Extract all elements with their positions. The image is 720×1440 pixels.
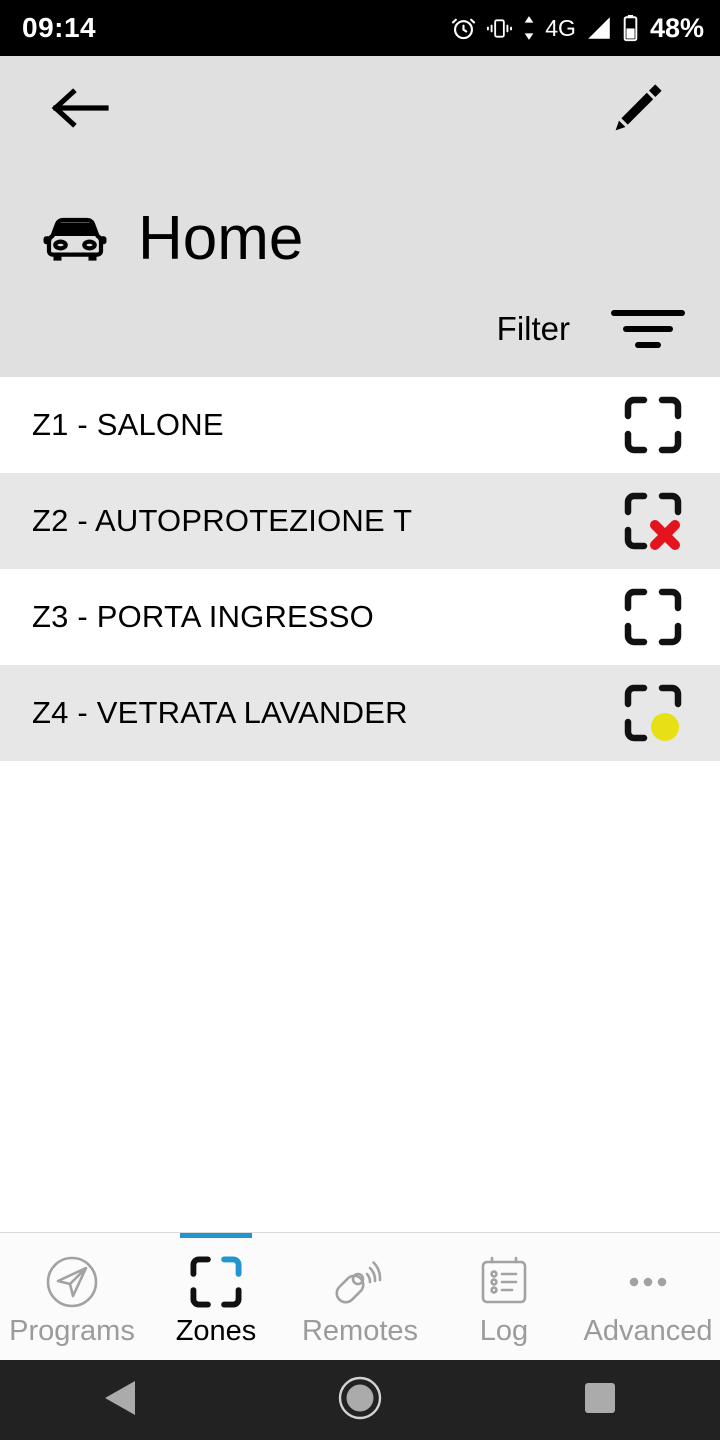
- tab-remotes[interactable]: Remotes: [288, 1233, 432, 1360]
- phone-screen: 09:14 4G 48% Home Filter Z1 - SALONE Z2 …: [0, 0, 720, 1440]
- zone-status-icon[interactable]: [622, 490, 684, 552]
- three-dots-icon: [620, 1253, 676, 1311]
- active-tab-indicator: [180, 1233, 252, 1238]
- app-header: Home Filter: [0, 56, 720, 377]
- zone-status-icon[interactable]: [622, 682, 684, 744]
- car-icon: [38, 209, 112, 269]
- tab-label: Advanced: [583, 1315, 713, 1347]
- tab-label: Log: [479, 1315, 529, 1347]
- zone-name-label: Z1 - SALONE: [32, 407, 224, 442]
- filter-label: Filter: [496, 310, 570, 347]
- zone-status-icon[interactable]: [622, 394, 684, 456]
- page-title-row: Home: [0, 156, 720, 270]
- content-empty-area: [0, 761, 720, 1232]
- bottom-tab-bar: Programs Zones Remotes Log Advanced: [0, 1232, 720, 1360]
- tab-label: Remotes: [301, 1315, 419, 1347]
- back-button[interactable]: [48, 76, 112, 140]
- tab-label: Programs: [9, 1315, 135, 1347]
- zone-row[interactable]: Z2 - AUTOPROTEZIONE T: [0, 473, 720, 569]
- nav-home-button[interactable]: [300, 1360, 420, 1440]
- clipboard-list-icon: [478, 1253, 530, 1311]
- zone-row[interactable]: Z4 - VETRATA LAVANDER: [0, 665, 720, 761]
- signal-icon: [585, 15, 613, 41]
- zone-name-label: Z2 - AUTOPROTEZIONE T: [32, 503, 413, 538]
- square-recents-icon: [583, 1381, 617, 1420]
- battery-icon: [622, 14, 639, 42]
- triangle-back-icon: [103, 1379, 137, 1422]
- zone-list: Z1 - SALONE Z2 - AUTOPROTEZIONE T Z3 - P…: [0, 377, 720, 761]
- battery-percent-label: 48%: [649, 12, 704, 43]
- zone-brackets-icon: [188, 1253, 244, 1311]
- filter-funnel-icon[interactable]: [604, 303, 692, 355]
- alarm-clock-icon: [450, 15, 477, 42]
- tab-zones[interactable]: Zones: [144, 1233, 288, 1360]
- zone-name-label: Z4 - VETRATA LAVANDER: [32, 695, 408, 730]
- zone-status-icon[interactable]: [622, 586, 684, 648]
- tab-label: Zones: [175, 1315, 257, 1347]
- network-type-label: 4G: [545, 14, 576, 41]
- page-title: Home: [138, 204, 304, 273]
- status-icons: 4G 48%: [450, 13, 704, 44]
- filter-control[interactable]: Filter: [0, 289, 720, 369]
- zone-row[interactable]: Z1 - SALONE: [0, 377, 720, 473]
- zone-row[interactable]: Z3 - PORTA INGRESSO: [0, 569, 720, 665]
- vibrate-icon: [486, 17, 513, 40]
- tab-programs[interactable]: Programs: [0, 1233, 144, 1360]
- status-time: 09:14: [22, 12, 97, 43]
- circle-home-icon: [337, 1375, 383, 1426]
- paper-plane-circle-icon: [44, 1253, 100, 1311]
- nav-back-button[interactable]: [60, 1360, 180, 1440]
- key-fob-signal-icon: [331, 1253, 389, 1311]
- zone-name-label: Z3 - PORTA INGRESSO: [32, 599, 374, 634]
- data-transfer-icon: [522, 15, 536, 41]
- status-bar: 09:14 4G 48%: [0, 0, 720, 56]
- tab-advanced[interactable]: Advanced: [576, 1233, 720, 1360]
- nav-recents-button[interactable]: [540, 1360, 660, 1440]
- header-actions: [0, 56, 720, 156]
- edit-button[interactable]: [604, 74, 672, 142]
- android-nav-bar: [0, 1360, 720, 1440]
- tab-log[interactable]: Log: [432, 1233, 576, 1360]
